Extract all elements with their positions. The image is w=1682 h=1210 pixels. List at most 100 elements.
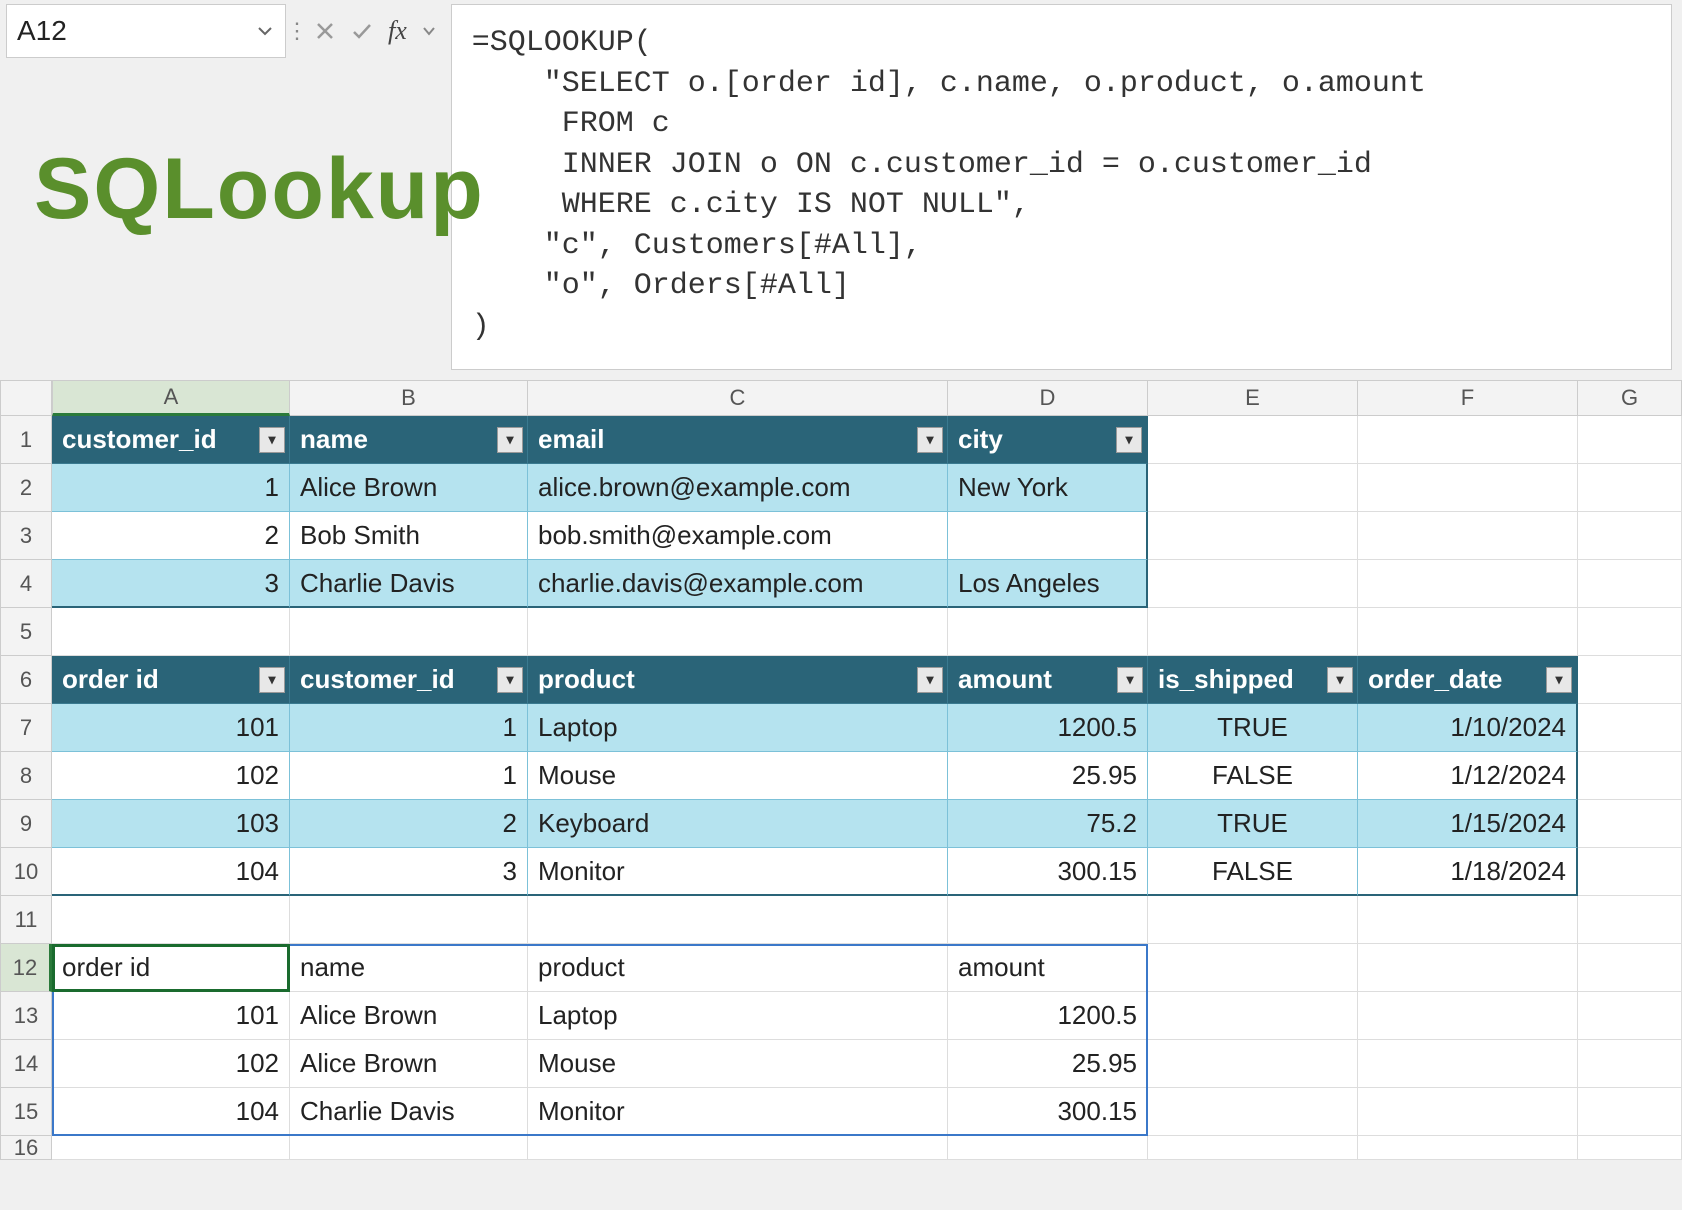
table-header-cell[interactable]: name▾ [290, 416, 528, 464]
cell[interactable]: bob.smith@example.com [528, 512, 948, 560]
cell[interactable]: 25.95 [948, 1040, 1148, 1088]
cell[interactable]: 101 [52, 992, 290, 1040]
cell[interactable]: order id [52, 944, 290, 992]
cell[interactable] [290, 896, 528, 944]
column-header-d[interactable]: D [948, 380, 1148, 416]
cell[interactable]: 25.95 [948, 752, 1148, 800]
cell[interactable]: alice.brown@example.com [528, 464, 948, 512]
cell[interactable]: 1200.5 [948, 992, 1148, 1040]
row-header[interactable]: 10 [0, 848, 52, 896]
row-header[interactable]: 9 [0, 800, 52, 848]
cell[interactable]: 104 [52, 1088, 290, 1136]
cell[interactable]: 2 [52, 512, 290, 560]
table-header-cell[interactable]: customer_id▾ [52, 416, 290, 464]
table-header-cell[interactable]: email▾ [528, 416, 948, 464]
row-header[interactable]: 16 [0, 1136, 52, 1160]
cell[interactable] [1358, 1136, 1578, 1160]
cell[interactable] [1578, 1088, 1682, 1136]
cell[interactable] [1578, 704, 1682, 752]
cell[interactable] [1148, 1136, 1358, 1160]
row-header[interactable]: 5 [0, 608, 52, 656]
cell[interactable] [1148, 608, 1358, 656]
row-header[interactable]: 1 [0, 416, 52, 464]
cell[interactable] [1358, 560, 1578, 608]
filter-icon[interactable]: ▾ [1116, 427, 1142, 453]
cell[interactable]: 3 [52, 560, 290, 608]
cell[interactable]: 1 [52, 464, 290, 512]
cell[interactable] [948, 512, 1148, 560]
row-header[interactable]: 12 [0, 944, 52, 992]
cell[interactable] [52, 608, 290, 656]
cell[interactable]: Mouse [528, 752, 948, 800]
cell[interactable] [1578, 752, 1682, 800]
cell[interactable]: 300.15 [948, 1088, 1148, 1136]
cell[interactable] [1578, 464, 1682, 512]
row-header[interactable]: 11 [0, 896, 52, 944]
cell[interactable] [1578, 800, 1682, 848]
cell[interactable]: Bob Smith [290, 512, 528, 560]
cell[interactable] [1358, 464, 1578, 512]
chevron-down-icon[interactable] [255, 21, 275, 41]
cell[interactable]: Mouse [528, 1040, 948, 1088]
row-header[interactable]: 4 [0, 560, 52, 608]
cell[interactable]: charlie.davis@example.com [528, 560, 948, 608]
cell[interactable] [1578, 1136, 1682, 1160]
table-header-cell[interactable]: order id▾ [52, 656, 290, 704]
cell[interactable] [1358, 608, 1578, 656]
table-header-cell[interactable]: amount▾ [948, 656, 1148, 704]
row-header[interactable]: 3 [0, 512, 52, 560]
cell[interactable]: Los Angeles [948, 560, 1148, 608]
column-header-b[interactable]: B [290, 380, 528, 416]
cell[interactable] [1148, 416, 1358, 464]
cell[interactable] [1148, 896, 1358, 944]
cell[interactable] [948, 896, 1148, 944]
row-header[interactable]: 8 [0, 752, 52, 800]
name-box[interactable]: A12 [6, 4, 286, 58]
row-header[interactable]: 13 [0, 992, 52, 1040]
filter-icon[interactable]: ▾ [917, 427, 943, 453]
cell[interactable]: TRUE [1148, 704, 1358, 752]
cell[interactable]: product [528, 944, 948, 992]
cell[interactable]: New York [948, 464, 1148, 512]
filter-icon[interactable]: ▾ [1117, 667, 1143, 693]
row-header[interactable]: 2 [0, 464, 52, 512]
cell[interactable] [1148, 1040, 1358, 1088]
confirm-icon[interactable] [350, 19, 374, 43]
cell[interactable]: Laptop [528, 704, 948, 752]
filter-icon[interactable]: ▾ [497, 427, 523, 453]
filter-icon[interactable]: ▾ [1327, 667, 1353, 693]
fx-icon[interactable]: fx [388, 16, 407, 46]
cell[interactable]: amount [948, 944, 1148, 992]
cell[interactable]: 1/12/2024 [1358, 752, 1578, 800]
cell[interactable] [1358, 1088, 1578, 1136]
cell[interactable] [1358, 1040, 1578, 1088]
chevron-down-icon[interactable] [423, 25, 435, 37]
cell[interactable]: 2 [290, 800, 528, 848]
filter-icon[interactable]: ▾ [259, 667, 285, 693]
filter-icon[interactable]: ▾ [1546, 667, 1572, 693]
cell[interactable] [1578, 848, 1682, 896]
cell[interactable]: Keyboard [528, 800, 948, 848]
cell[interactable] [948, 1136, 1148, 1160]
cell[interactable] [528, 896, 948, 944]
cell[interactable] [1578, 1040, 1682, 1088]
cell[interactable] [1578, 512, 1682, 560]
cell[interactable]: 300.15 [948, 848, 1148, 896]
cell[interactable]: Charlie Davis [290, 560, 528, 608]
cell[interactable]: 3 [290, 848, 528, 896]
cell[interactable]: 103 [52, 800, 290, 848]
formula-input[interactable]: =SQLOOKUP( "SELECT o.[order id], c.name,… [451, 4, 1672, 370]
cell[interactable]: 1 [290, 752, 528, 800]
row-header[interactable]: 6 [0, 656, 52, 704]
cell[interactable] [528, 608, 948, 656]
row-header[interactable]: 7 [0, 704, 52, 752]
cell[interactable] [1148, 944, 1358, 992]
cell[interactable]: 1/18/2024 [1358, 848, 1578, 896]
cell[interactable]: Laptop [528, 992, 948, 1040]
cell[interactable] [1148, 512, 1358, 560]
table-header-cell[interactable]: city▾ [948, 416, 1148, 464]
row-header[interactable]: 14 [0, 1040, 52, 1088]
select-all-corner[interactable] [0, 380, 52, 416]
cell[interactable] [290, 608, 528, 656]
cell[interactable] [1358, 992, 1578, 1040]
